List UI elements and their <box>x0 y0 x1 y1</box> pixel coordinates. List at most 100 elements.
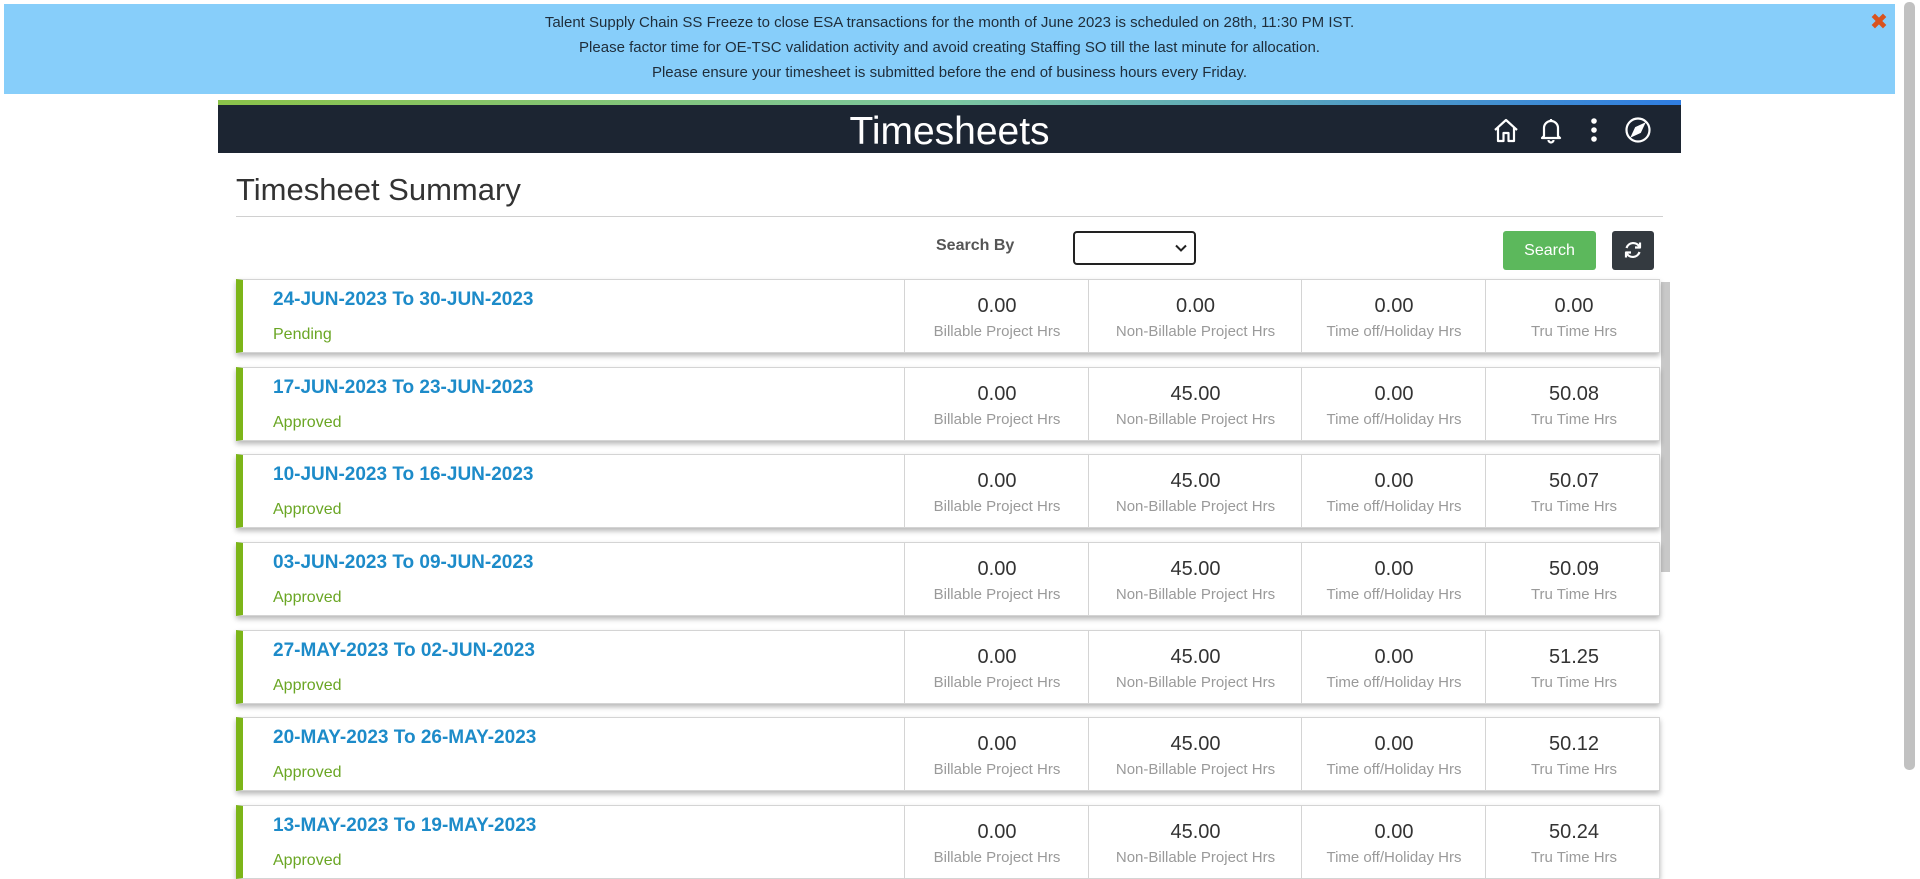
timesheet-card[interactable]: 24-JUN-2023 To 30-JUN-2023 Pending 0.00 Bil… <box>236 279 1660 353</box>
metric-time-off: 0.00 Time off/Holiday Hrs <box>1301 806 1486 878</box>
metric-label: Time off/Holiday Hrs <box>1326 849 1462 866</box>
announcement-banner: Talent Supply Chain SS Freeze to close E… <box>4 4 1895 94</box>
timesheet-card[interactable]: 03-JUN-2023 To 09-JUN-2023 Approved 0.00 Bi… <box>236 542 1660 616</box>
timesheet-card[interactable]: 17-JUN-2023 To 23-JUN-2023 Approved 0.00 Bi… <box>236 367 1660 441</box>
metric-label: Non-Billable Project Hrs <box>1115 498 1276 515</box>
bell-icon[interactable] <box>1536 115 1566 145</box>
list-scrollbar[interactable] <box>1661 282 1670 572</box>
metric-label: Time off/Holiday Hrs <box>1326 586 1462 603</box>
metric-tru-time: 50.09 Tru Time Hrs <box>1485 543 1662 615</box>
title-divider <box>236 216 1663 217</box>
metric-value: 0.00 <box>977 733 1017 755</box>
banner-line-3: Please ensure your timesheet is submitte… <box>651 64 1248 81</box>
metric-value: 0.00 <box>1374 646 1414 668</box>
metric-billable: 0.00 Billable Project Hrs <box>904 543 1089 615</box>
metric-label: Billable Project Hrs <box>933 849 1061 866</box>
timesheet-card[interactable]: 27-MAY-2023 To 02-JUN-2023 Approved 0.00 Bi… <box>236 630 1660 704</box>
metric-time-off: 0.00 Time off/Holiday Hrs <box>1301 718 1486 790</box>
metric-non-billable: 0.00 Non-Billable Project Hrs <box>1088 280 1302 352</box>
timesheet-card[interactable]: 10-JUN-2023 To 16-JUN-2023 Approved 0.00 Bi… <box>236 454 1660 528</box>
metric-value: 45.00 <box>1170 383 1221 405</box>
metric-value: 50.09 <box>1548 558 1600 580</box>
metric-time-off: 0.00 Time off/Holiday Hrs <box>1301 368 1486 440</box>
metric-tru-time: 0.00 Tru Time Hrs <box>1485 280 1662 352</box>
refresh-icon <box>1624 241 1642 259</box>
metric-label: Tru Time Hrs <box>1530 411 1618 428</box>
timesheet-range-link[interactable]: 24-JUN-2023 To 30-JUN-2023 <box>273 289 534 311</box>
close-icon[interactable]: ✖ <box>1869 11 1889 33</box>
search-button[interactable]: Search <box>1503 231 1596 270</box>
metric-value: 0.00 <box>1374 558 1414 580</box>
metric-tru-time: 50.08 Tru Time Hrs <box>1485 368 1662 440</box>
metric-value: 45.00 <box>1170 821 1221 843</box>
metric-billable: 0.00 Billable Project Hrs <box>904 631 1089 703</box>
timesheet-range-link[interactable]: 03-JUN-2023 To 09-JUN-2023 <box>273 552 534 574</box>
metric-label: Time off/Holiday Hrs <box>1326 411 1462 428</box>
metric-value: 0.00 <box>1374 733 1414 755</box>
chevron-down-icon <box>1175 244 1187 252</box>
metric-label: Non-Billable Project Hrs <box>1115 411 1276 428</box>
metric-non-billable: 45.00 Non-Billable Project Hrs <box>1088 806 1302 878</box>
home-icon[interactable] <box>1491 115 1521 145</box>
timesheet-range-link[interactable]: 20-MAY-2023 To 26-MAY-2023 <box>273 727 536 749</box>
metric-label: Time off/Holiday Hrs <box>1326 323 1462 340</box>
timesheet-card[interactable]: 13-MAY-2023 To 19-MAY-2023 Approved 0.00 Bi… <box>236 805 1660 879</box>
timesheet-range-link[interactable]: 13-MAY-2023 To 19-MAY-2023 <box>273 815 536 837</box>
metric-value: 0.00 <box>977 821 1017 843</box>
metric-time-off: 0.00 Time off/Holiday Hrs <box>1301 543 1486 615</box>
search-by-select[interactable] <box>1073 231 1196 265</box>
page-scrollbar-thumb[interactable] <box>1904 2 1915 770</box>
metric-label: Billable Project Hrs <box>933 761 1061 778</box>
metric-label: Tru Time Hrs <box>1530 498 1618 515</box>
timesheet-status: Approved <box>273 677 342 694</box>
metric-value: 45.00 <box>1170 646 1221 668</box>
metric-value: 0.00 <box>977 558 1017 580</box>
metric-non-billable: 45.00 Non-Billable Project Hrs <box>1088 455 1302 527</box>
metric-value: 50.08 <box>1548 383 1600 405</box>
metric-value: 50.07 <box>1548 470 1600 492</box>
timesheet-status: Approved <box>273 764 342 781</box>
metric-label: Billable Project Hrs <box>933 411 1061 428</box>
metric-value: 0.00 <box>977 295 1017 317</box>
metric-label: Non-Billable Project Hrs <box>1115 586 1276 603</box>
metric-billable: 0.00 Billable Project Hrs <box>904 806 1089 878</box>
page-scrollbar[interactable] <box>1899 0 1920 875</box>
metric-billable: 0.00 Billable Project Hrs <box>904 368 1089 440</box>
metric-value: 50.12 <box>1548 733 1600 755</box>
metric-time-off: 0.00 Time off/Holiday Hrs <box>1301 280 1486 352</box>
metric-billable: 0.00 Billable Project Hrs <box>904 455 1089 527</box>
banner-line-2: Please factor time for OE-TSC validation… <box>579 39 1320 56</box>
timesheet-range-link[interactable]: 10-JUN-2023 To 16-JUN-2023 <box>273 464 534 486</box>
app-title: Timesheets <box>849 110 1050 153</box>
more-vertical-icon[interactable] <box>1579 115 1609 145</box>
metric-tru-time: 50.07 Tru Time Hrs <box>1485 455 1662 527</box>
metric-non-billable: 45.00 Non-Billable Project Hrs <box>1088 718 1302 790</box>
timesheet-range-link[interactable]: 27-MAY-2023 To 02-JUN-2023 <box>273 640 535 662</box>
metric-value: 0.00 <box>1374 383 1414 405</box>
search-by-label: Search By <box>936 237 1015 254</box>
metric-tru-time: 51.25 Tru Time Hrs <box>1485 631 1662 703</box>
metric-label: Billable Project Hrs <box>933 674 1061 691</box>
metric-label: Non-Billable Project Hrs <box>1115 849 1276 866</box>
compass-icon[interactable] <box>1623 115 1653 145</box>
refresh-button[interactable] <box>1612 231 1654 270</box>
timesheet-range-link[interactable]: 17-JUN-2023 To 23-JUN-2023 <box>273 377 534 399</box>
metric-value: 0.00 <box>977 383 1017 405</box>
metric-value: 0.00 <box>1374 821 1414 843</box>
timesheet-status: Pending <box>273 326 332 343</box>
app-header: Timesheets <box>218 105 1681 153</box>
metric-value: 51.25 <box>1548 646 1600 668</box>
banner-line-1: Talent Supply Chain SS Freeze to close E… <box>544 14 1355 31</box>
timesheet-status: Approved <box>273 501 342 518</box>
metric-time-off: 0.00 Time off/Holiday Hrs <box>1301 631 1486 703</box>
metric-label: Tru Time Hrs <box>1530 674 1618 691</box>
metric-label: Non-Billable Project Hrs <box>1115 761 1276 778</box>
metric-non-billable: 45.00 Non-Billable Project Hrs <box>1088 368 1302 440</box>
metric-label: Non-Billable Project Hrs <box>1115 674 1276 691</box>
metric-label: Billable Project Hrs <box>933 498 1061 515</box>
page-title: Timesheet Summary <box>236 172 521 207</box>
metric-non-billable: 45.00 Non-Billable Project Hrs <box>1088 543 1302 615</box>
metric-non-billable: 45.00 Non-Billable Project Hrs <box>1088 631 1302 703</box>
timesheet-card[interactable]: 20-MAY-2023 To 26-MAY-2023 Approved 0.00 Bi… <box>236 717 1660 791</box>
metric-value: 0.00 <box>1176 295 1215 317</box>
